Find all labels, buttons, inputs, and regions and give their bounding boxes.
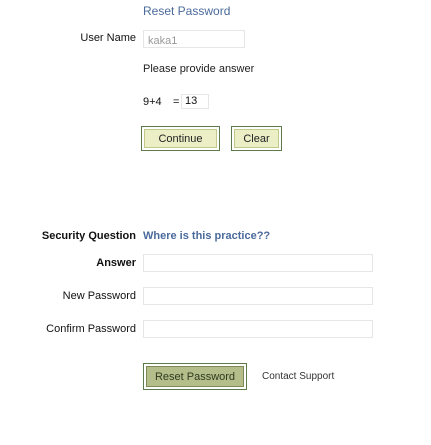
answer-input[interactable] bbox=[144, 257, 372, 273]
security-question-label: Security Question bbox=[41, 230, 136, 242]
clear-button[interactable]: Clear bbox=[231, 126, 282, 151]
clear-button-label: Clear bbox=[234, 129, 279, 148]
captcha-answer-field[interactable]: 13 bbox=[181, 94, 209, 109]
answer-field[interactable] bbox=[143, 254, 373, 273]
new-password-input[interactable] bbox=[144, 290, 372, 306]
page-title: Reset Password bbox=[143, 4, 231, 18]
reset-password-button[interactable]: Reset Password bbox=[143, 363, 247, 390]
security-question-value: Where is this practice?? bbox=[143, 230, 271, 242]
answer-label: Answer bbox=[96, 257, 136, 269]
username-label: User Name bbox=[80, 32, 136, 44]
continue-button-label: Continue bbox=[144, 129, 217, 148]
captcha-question: 9+4 bbox=[143, 96, 162, 108]
new-password-label: New Password bbox=[62, 290, 136, 302]
username-input[interactable] bbox=[144, 33, 244, 49]
reset-password-button-label: Reset Password bbox=[146, 366, 244, 387]
confirm-password-label: Confirm Password bbox=[46, 323, 136, 335]
contact-support-link[interactable]: Contact Support bbox=[262, 371, 334, 382]
captcha-equals: = bbox=[173, 96, 180, 108]
new-password-field[interactable] bbox=[143, 287, 373, 306]
username-field[interactable] bbox=[143, 30, 245, 49]
instruction-text: Please provide answer bbox=[143, 63, 255, 75]
continue-button[interactable]: Continue bbox=[141, 126, 220, 151]
confirm-password-field[interactable] bbox=[143, 320, 373, 339]
confirm-password-input[interactable] bbox=[144, 323, 372, 339]
